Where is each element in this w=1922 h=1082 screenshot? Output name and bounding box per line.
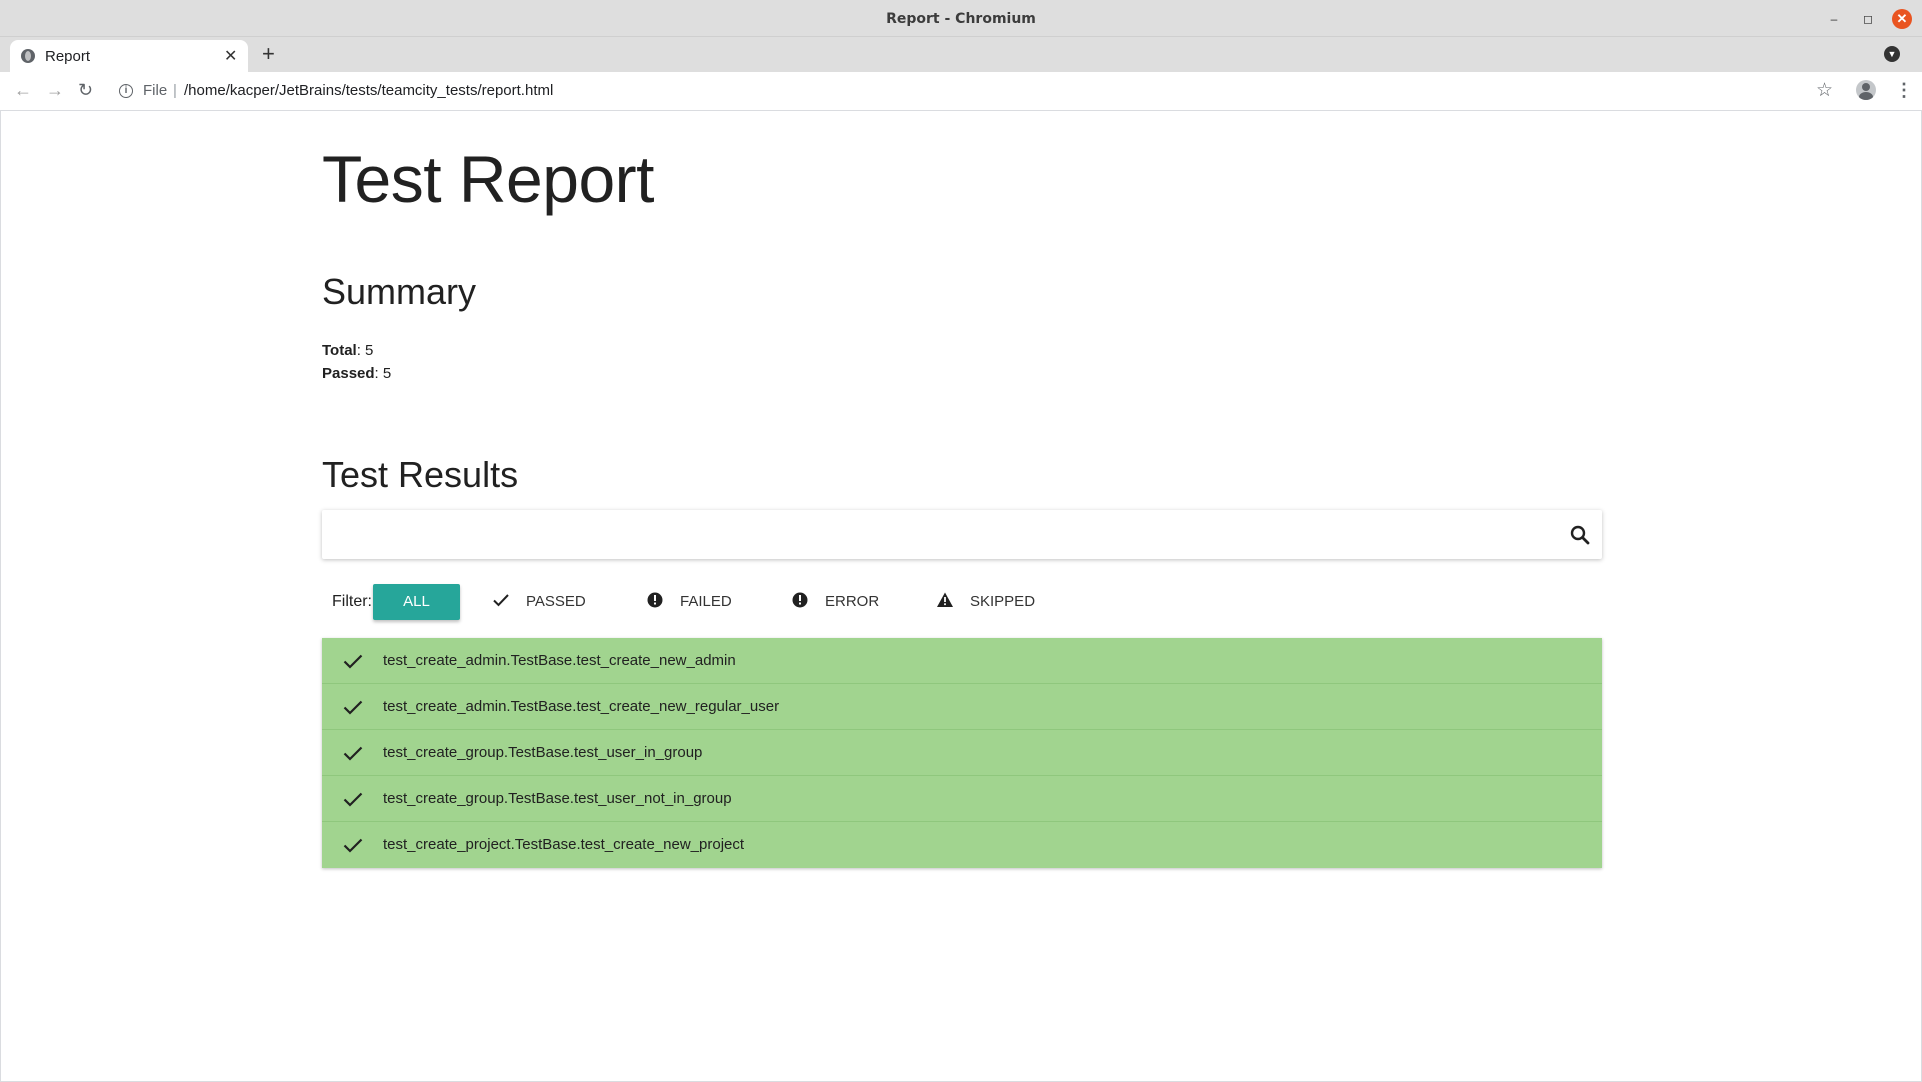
filter-skipped-button[interactable]: SKIPPED [936, 584, 1056, 620]
filter-failed-button[interactable]: FAILED [646, 584, 746, 620]
page-viewport: Test Report Summary Total: 5 Passed: 5 T… [0, 111, 1922, 1082]
result-row[interactable]: test_create_group.TestBase.test_user_not… [322, 776, 1602, 822]
check-icon [343, 654, 363, 669]
forward-icon[interactable]: → [46, 80, 64, 101]
tab-strip: Report ✕ + ▼ [0, 37, 1922, 72]
tab-label: Report [45, 48, 91, 65]
filter-all-button[interactable]: ALL [373, 584, 460, 620]
check-icon [343, 792, 363, 807]
close-window-icon[interactable]: ✕ [1892, 9, 1912, 29]
result-row[interactable]: test_create_project.TestBase.test_create… [322, 822, 1602, 868]
search-icon[interactable] [1568, 523, 1592, 547]
filter-error-label: ERROR [825, 593, 880, 610]
summary-heading: Summary [322, 271, 477, 312]
tab-report[interactable]: Report ✕ [10, 40, 248, 72]
error-circle-icon [792, 592, 808, 608]
result-row[interactable]: test_create_group.TestBase.test_user_in_… [322, 730, 1602, 776]
summary-passed: Passed: 5 [322, 365, 391, 382]
search-box [322, 510, 1602, 559]
browser-toolbar: ← → ↻ i File | /home/kacper/JetBrains/te… [0, 72, 1922, 111]
passed-value: : 5 [374, 365, 392, 382]
check-icon [343, 838, 363, 853]
search-input[interactable] [336, 518, 1536, 550]
result-row[interactable]: test_create_admin.TestBase.test_create_n… [322, 684, 1602, 730]
window-titlebar: Report - Chromium – ◻ ✕ [0, 0, 1922, 37]
result-name: test_create_admin.TestBase.test_create_n… [383, 652, 736, 669]
filter-row: Filter: ALL PASSED FAILED ERROR SKIPPED [322, 584, 1122, 620]
filter-passed-label: PASSED [526, 593, 586, 610]
result-name: test_create_group.TestBase.test_user_in_… [383, 744, 703, 761]
reload-icon[interactable]: ↻ [78, 80, 93, 101]
page-title: Test Report [322, 142, 654, 216]
filter-failed-label: FAILED [680, 593, 732, 610]
filter-error-button[interactable]: ERROR [791, 584, 891, 620]
bookmark-star-icon[interactable]: ☆ [1816, 79, 1833, 102]
result-name: test_create_group.TestBase.test_user_not… [383, 790, 732, 807]
filter-passed-button[interactable]: PASSED [492, 584, 592, 620]
passed-label: Passed [322, 365, 375, 382]
result-row[interactable]: test_create_admin.TestBase.test_create_n… [322, 638, 1602, 684]
site-info-icon[interactable]: i [119, 84, 133, 98]
kebab-menu-icon[interactable]: ⋮ [1895, 80, 1913, 101]
filter-label: Filter: [332, 593, 372, 610]
filter-skipped-label: SKIPPED [970, 593, 1036, 610]
warning-triangle-icon [937, 592, 953, 608]
check-icon [493, 594, 509, 607]
new-tab-icon[interactable]: + [262, 41, 275, 67]
maximize-icon[interactable]: ◻ [1858, 9, 1878, 29]
check-icon [343, 746, 363, 761]
url-scheme: File [143, 82, 168, 99]
total-value: : 5 [356, 342, 374, 359]
result-name: test_create_project.TestBase.test_create… [383, 836, 745, 853]
back-icon[interactable]: ← [14, 80, 32, 101]
results-list: test_create_admin.TestBase.test_create_n… [322, 638, 1602, 868]
summary-total: Total: 5 [322, 342, 373, 359]
profile-avatar-icon[interactable] [1856, 80, 1876, 100]
result-name: test_create_admin.TestBase.test_create_n… [383, 698, 780, 715]
tab-search-icon[interactable]: ▼ [1884, 46, 1900, 62]
results-heading: Test Results [322, 454, 519, 495]
tab-close-icon[interactable]: ✕ [224, 46, 237, 66]
check-icon [343, 700, 363, 715]
window-title: Report - Chromium [886, 11, 1036, 27]
globe-icon [21, 49, 35, 63]
url-separator: | [173, 82, 177, 99]
minimize-icon[interactable]: – [1824, 9, 1844, 29]
address-bar[interactable]: /home/kacper/JetBrains/tests/teamcity_te… [184, 82, 553, 99]
total-label: Total [322, 342, 357, 359]
error-circle-icon [647, 592, 663, 608]
